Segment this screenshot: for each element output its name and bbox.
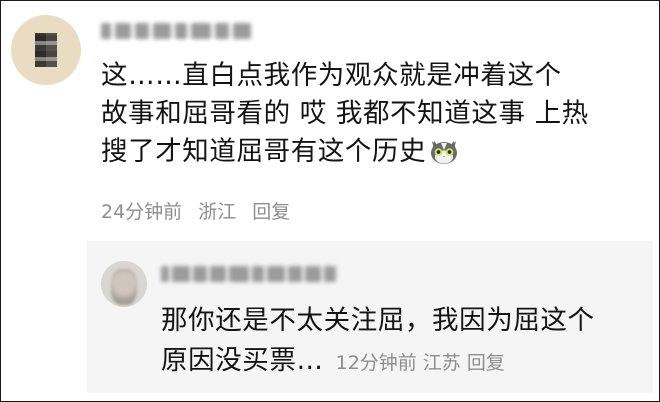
comment-line: 搜了才知道屈哥有这个历史: [101, 133, 641, 171]
reply-line-text: 原因没买票…: [161, 345, 324, 376]
commenter-avatar[interactable]: [11, 15, 81, 85]
cat-face-icon: [431, 141, 458, 164]
commenter-name-blurred: [101, 19, 266, 43]
avatar-blurred-image: [111, 269, 137, 305]
reply-button[interactable]: 回复: [252, 201, 290, 223]
comment-meta: 24分钟前 浙江 回复: [101, 197, 300, 224]
reply-reply-button[interactable]: 回复: [467, 352, 505, 374]
replier-avatar[interactable]: [101, 261, 147, 307]
reply-location: 江苏: [422, 352, 461, 374]
reply-body: 那你还是不太关注屈，我因为屈这个 原因没买票… 12分钟前 江苏 回复: [161, 301, 651, 383]
reply-line: 原因没买票… 12分钟前 江苏 回复: [161, 341, 651, 383]
reply-line: 那你还是不太关注屈，我因为屈这个: [161, 305, 595, 336]
comment-line: 故事和屈哥看的 哎 我都不知道这事 上热: [101, 98, 589, 129]
comment-line-text: 搜了才知道屈哥有这个历史: [101, 136, 427, 167]
reply-meta: 12分钟前 江苏 回复: [330, 352, 505, 374]
comment-card: 这……直白点我作为观众就是冲着这个 故事和屈哥看的 哎 我都不知道这事 上热 搜…: [0, 0, 660, 402]
reply-time: 12分钟前: [335, 352, 417, 374]
comment-line: 这……直白点我作为观众就是冲着这个: [101, 60, 562, 91]
comment-time: 24分钟前: [101, 201, 183, 223]
avatar-pixelated-image: [35, 33, 57, 67]
comment-body: 这……直白点我作为观众就是冲着这个 故事和屈哥看的 哎 我都不知道这事 上热 搜…: [101, 57, 641, 171]
replier-name-blurred: [161, 263, 361, 285]
comment-location: 浙江: [198, 201, 237, 223]
